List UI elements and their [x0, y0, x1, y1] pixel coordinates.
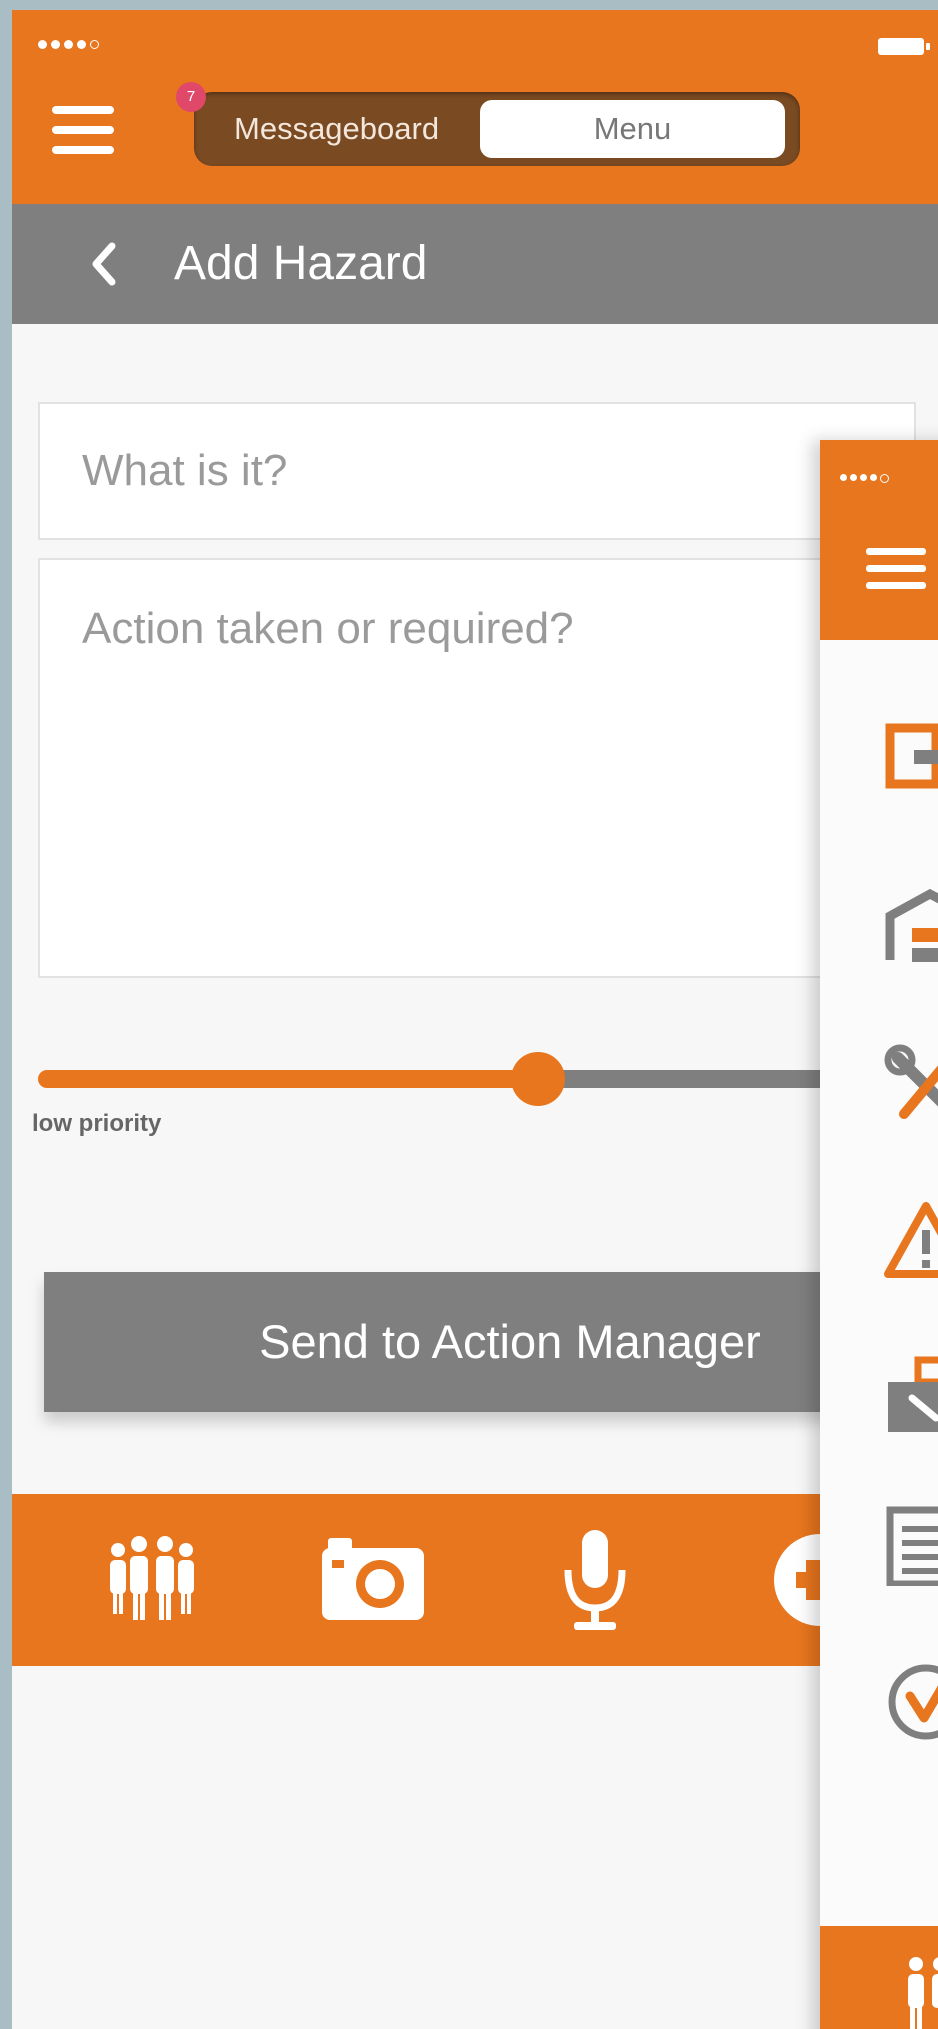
app-header: 7 Messageboard Menu	[12, 10, 938, 204]
tools-icon[interactable]	[884, 1044, 938, 1124]
check-icon[interactable]	[884, 1662, 938, 1742]
action-field	[38, 558, 916, 978]
priority-slider[interactable]	[38, 1052, 916, 1106]
camera-icon[interactable]	[318, 1530, 428, 1630]
what-input[interactable]	[40, 404, 914, 538]
send-button-label: Send to Action Manager	[259, 1315, 761, 1368]
signal-strength-icon	[38, 40, 99, 49]
send-to-action-manager-button[interactable]: Send to Action Manager	[44, 1272, 916, 1412]
second-screen-header	[820, 440, 938, 640]
battery-icon	[878, 38, 930, 55]
phone-screen: 7 Messageboard Menu Add Hazard low prior…	[12, 10, 938, 2029]
messageboard-tab[interactable]: Messageboard	[234, 92, 439, 166]
document-icon[interactable]	[884, 1506, 938, 1586]
building-icon[interactable]	[884, 886, 938, 966]
toolbox-icon[interactable]	[884, 1356, 938, 1436]
view-toggle: Messageboard Menu	[194, 92, 800, 166]
menu-tab[interactable]: Menu	[480, 100, 785, 158]
title-bar: Add Hazard	[12, 204, 938, 324]
action-textarea[interactable]	[40, 560, 914, 976]
microphone-icon[interactable]	[560, 1530, 630, 1636]
warning-icon[interactable]	[884, 1200, 938, 1280]
notification-badge: 7	[176, 82, 206, 112]
second-signal-icon	[840, 474, 889, 483]
back-chevron-icon[interactable]	[84, 234, 124, 294]
bottom-toolbar	[12, 1494, 938, 1666]
page-title: Add Hazard	[174, 237, 428, 290]
team-icon[interactable]	[104, 1530, 200, 1630]
priority-label: low priority	[32, 1110, 162, 1137]
slider-track-filled	[38, 1070, 538, 1088]
second-hamburger-icon[interactable]	[866, 548, 926, 589]
second-screen-toolbar	[820, 1926, 938, 2029]
slider-handle[interactable]	[511, 1052, 565, 1106]
second-team-icon[interactable]	[904, 1954, 938, 2029]
second-screen-preview	[820, 440, 938, 2029]
hamburger-menu-icon[interactable]	[52, 106, 114, 154]
what-field	[38, 402, 916, 540]
exit-icon[interactable]	[884, 720, 938, 800]
